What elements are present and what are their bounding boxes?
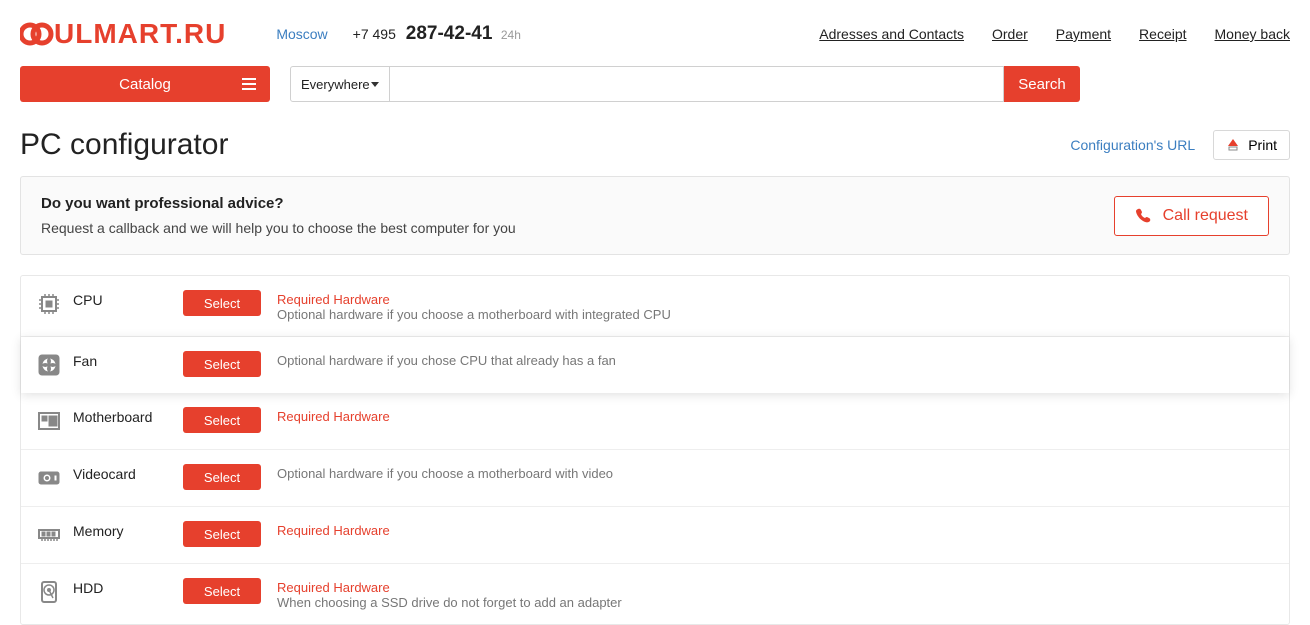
advice-box: Do you want professional advice? Request… xyxy=(20,176,1290,255)
hardware-row-hdd: HDDSelect Required HardwareWhen choosing … xyxy=(21,564,1289,624)
select-button[interactable]: Select xyxy=(183,464,261,490)
hdd-icon xyxy=(35,578,63,606)
city-selector[interactable]: Moscow xyxy=(276,26,327,42)
link-order[interactable]: Order xyxy=(992,26,1028,42)
videocard-icon xyxy=(35,464,63,492)
top-links: Adresses and Contacts Order Payment Rece… xyxy=(819,26,1290,42)
catalog-button[interactable]: Catalog xyxy=(20,66,270,102)
required-label: Required Hardware xyxy=(277,523,390,538)
hardware-name: Memory xyxy=(73,521,183,539)
hardware-messages: Required Hardware xyxy=(277,521,390,538)
phone: +7 495 287-42-41 24h xyxy=(353,23,521,45)
link-receipt[interactable]: Receipt xyxy=(1139,26,1186,42)
hardware-name: Motherboard xyxy=(73,407,183,425)
hamburger-icon xyxy=(242,78,256,90)
optional-label: When choosing a SSD drive do not forget … xyxy=(277,595,622,610)
search-group: Everywhere Search xyxy=(290,66,1080,102)
link-money-back[interactable]: Money back xyxy=(1215,26,1290,42)
hardware-row-cpu: CPUSelect Required HardwareOptional hardw… xyxy=(21,276,1289,337)
logo-icon xyxy=(20,20,54,48)
hardware-messages: Required HardwareWhen choosing a SSD dri… xyxy=(277,578,622,610)
advice-desc: Request a callback and we will help you … xyxy=(41,220,516,236)
search-input[interactable] xyxy=(390,66,1004,102)
search-button[interactable]: Search xyxy=(1004,66,1080,102)
topbar: ULMART.RU Moscow +7 495 287-42-41 24h Ad… xyxy=(20,0,1290,60)
print-button[interactable]: Print xyxy=(1213,130,1290,160)
optional-label: Optional hardware if you choose a mother… xyxy=(277,307,671,322)
select-button[interactable]: Select xyxy=(183,351,261,377)
call-request-button[interactable]: Call request xyxy=(1114,196,1269,236)
logo[interactable]: ULMART.RU xyxy=(20,18,226,50)
hardware-messages: Required HardwareOptional hardware if yo… xyxy=(277,290,671,322)
hardware-row-motherboard: MotherboardSelect Required Hardware xyxy=(21,393,1289,450)
hardware-name: HDD xyxy=(73,578,183,596)
configuration-url-link[interactable]: Configuration's URL xyxy=(1070,137,1195,153)
hardware-row-memory: MemorySelect Required Hardware xyxy=(21,507,1289,564)
optional-label: Optional hardware if you choose a mother… xyxy=(277,466,613,481)
link-payment[interactable]: Payment xyxy=(1056,26,1111,42)
hardware-name: Fan xyxy=(73,351,183,369)
select-button[interactable]: Select xyxy=(183,290,261,316)
hardware-row-fan: FanSelect Optional hardware if you chose … xyxy=(21,337,1289,393)
memory-icon xyxy=(35,521,63,549)
motherboard-icon xyxy=(35,407,63,435)
hardware-messages: Optional hardware if you choose a mother… xyxy=(277,464,613,481)
required-label: Required Hardware xyxy=(277,409,390,424)
select-button[interactable]: Select xyxy=(183,521,261,547)
search-scope-dropdown[interactable]: Everywhere xyxy=(290,66,390,102)
required-label: Required Hardware xyxy=(277,580,622,595)
hardware-list: CPUSelectRequired HardwareOptional hardw… xyxy=(20,275,1290,625)
hardware-name: CPU xyxy=(73,290,183,308)
required-label: Required Hardware xyxy=(277,292,671,307)
hardware-name: Videocard xyxy=(73,464,183,482)
print-icon xyxy=(1226,138,1240,152)
page-title: PC configurator xyxy=(20,128,228,162)
searchbar: Catalog Everywhere Search xyxy=(20,60,1290,122)
logo-text: ULMART.RU xyxy=(54,18,226,50)
link-addresses[interactable]: Adresses and Contacts xyxy=(819,26,964,42)
select-button[interactable]: Select xyxy=(183,407,261,433)
fan-icon xyxy=(35,351,63,379)
page-title-row: PC configurator Configuration's URL Prin… xyxy=(20,122,1290,176)
chevron-down-icon xyxy=(371,82,379,87)
phone-icon xyxy=(1135,208,1151,224)
optional-label: Optional hardware if you chose CPU that … xyxy=(277,353,616,368)
cpu-icon xyxy=(35,290,63,318)
hardware-messages: Required Hardware xyxy=(277,407,390,424)
hardware-messages: Optional hardware if you chose CPU that … xyxy=(277,351,616,368)
hardware-row-videocard: VideocardSelect Optional hardware if you … xyxy=(21,450,1289,507)
select-button[interactable]: Select xyxy=(183,578,261,604)
advice-title: Do you want professional advice? xyxy=(41,195,516,212)
